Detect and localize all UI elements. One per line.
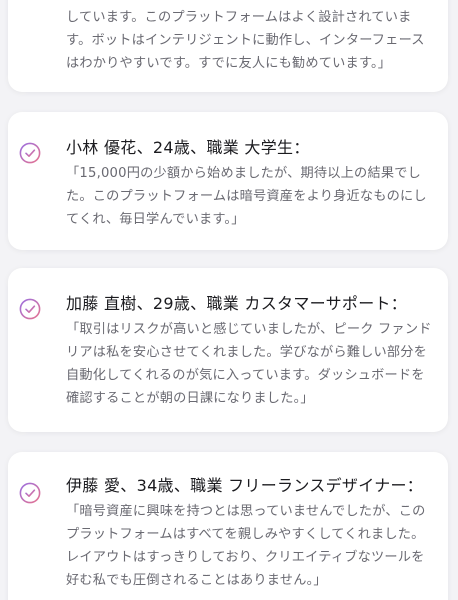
testimonial-quote: しています。このプラットフォームはよく設計されています。ボットはインテリジェント… bbox=[66, 10, 425, 71]
testimonial-author: 小林 優花、24歳、職業 大学生： bbox=[66, 138, 310, 157]
testimonial-card: しています。このプラットフォームはよく設計されています。ボットはインテリジェント… bbox=[8, 0, 448, 92]
check-circle-icon bbox=[19, 482, 41, 504]
testimonial-quote: 「取引はリスクが高いと感じていましたが、ピーク ファンドリアは私を安心させてくれ… bbox=[66, 322, 432, 406]
testimonials-list: しています。このプラットフォームはよく設計されています。ボットはインテリジェント… bbox=[0, 0, 458, 600]
testimonial-quote: 「暗号資産に興味を持つとは思っていませんでしたが、このプラットフォームはすべてを… bbox=[66, 504, 426, 588]
check-circle-icon bbox=[19, 298, 41, 320]
testimonial-author: 加藤 直樹、29歳、職業 カスタマーサポート： bbox=[66, 294, 408, 313]
testimonial-author: 伊藤 愛、34歳、職業 フリーランスデザイナー： bbox=[66, 476, 424, 495]
testimonial-card: 小林 優花、24歳、職業 大学生： 「15,000円の少額から始めましたが、期待… bbox=[8, 112, 448, 250]
testimonial-quote: 「15,000円の少額から始めましたが、期待以上の結果でした。このプラットフォー… bbox=[66, 166, 427, 227]
testimonial-card: 伊藤 愛、34歳、職業 フリーランスデザイナー： 「暗号資産に興味を持つとは思っ… bbox=[8, 452, 448, 600]
testimonial-card: 加藤 直樹、29歳、職業 カスタマーサポート： 「取引はリスクが高いと感じていま… bbox=[8, 268, 448, 432]
check-circle-icon bbox=[19, 142, 41, 164]
